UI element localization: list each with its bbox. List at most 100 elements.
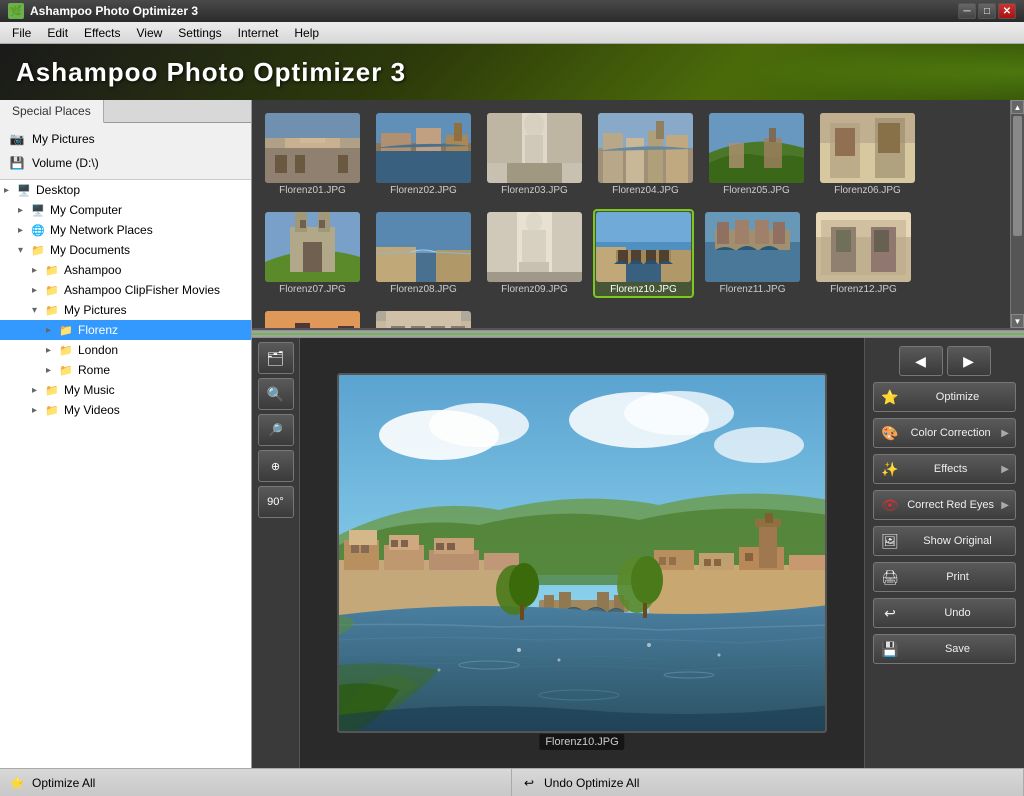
menu-item-settings[interactable]: Settings [170,24,229,42]
thumbnail-image [265,212,360,282]
effects-button[interactable]: ✨ Effects ▶ [873,454,1016,484]
menu-item-help[interactable]: Help [286,24,327,42]
scroll-track [1011,114,1024,314]
quick-pictures-label: My Pictures [32,132,95,146]
undo-all-icon: ↩ [520,774,538,792]
thumbnail-item[interactable]: Florenz12.JPG [811,207,916,300]
main-content: Special Places 📷 My Pictures 💾 Volume (D… [0,100,1024,768]
close-button[interactable]: ✕ [998,3,1016,19]
browse-tool[interactable]: 🗂 [258,342,294,374]
tree-item-ashampoo[interactable]: ▸📁Ashampoo [0,260,251,280]
status-bar: ⭐ Optimize All ↩ Undo Optimize All [0,768,1024,796]
thumbnail-image [265,113,360,183]
tree-folder-icon: 📁 [44,302,60,318]
tree-item-rome[interactable]: ▸📁Rome [0,360,251,380]
menu-item-view[interactable]: View [129,24,171,42]
tree-item-london[interactable]: ▸📁London [0,340,251,360]
show-original-button[interactable]: 🖼 Show Original [873,526,1016,556]
menubar: FileEditEffectsViewSettingsInternetHelp [0,22,1024,44]
tree-item-label: My Documents [50,243,130,257]
color-correction-icon: 🎨 [880,423,900,443]
thumbnail-item[interactable]: Florenz04.JPG [593,108,698,201]
file-tree: ▸🖥️Desktop▸🖥️My Computer▸🌐My Network Pla… [0,180,251,768]
menu-item-file[interactable]: File [4,24,39,42]
rotate-tool[interactable]: 90° [258,486,294,518]
tree-arrow: ▸ [18,205,30,216]
thumbnail-label: Florenz09.JPG [501,284,568,295]
tree-arrow: ▸ [32,285,44,296]
quick-volume-d[interactable]: 💾 Volume (D:\) [0,151,251,175]
tree-item-my-network-places[interactable]: ▸🌐My Network Places [0,220,251,240]
thumbnail-item[interactable]: Florenz06.JPG [815,108,920,201]
scroll-down[interactable]: ▼ [1011,314,1024,328]
thumbnails-area: Florenz01.JPGFlorenz02.JPGFlorenz03.JPGF… [252,100,1024,330]
thumbnails-scrollbar[interactable]: ▲ ▼ [1010,100,1024,328]
undo-optimize-all-label: Undo Optimize All [544,776,639,790]
print-button[interactable]: 🖨 Print [873,562,1016,592]
red-eye-icon: 👁 [880,495,900,515]
tab-special-places[interactable]: Special Places [0,100,104,123]
next-button[interactable]: ▶ [947,346,991,376]
tree-item-my-pictures[interactable]: ▾📁My Pictures [0,300,251,320]
tabs-bar: Special Places [0,100,251,123]
tree-item-label: London [78,343,118,357]
quick-my-pictures[interactable]: 📷 My Pictures [0,127,251,151]
tree-item-ashampoo-clipfisher-movies[interactable]: ▸📁Ashampoo ClipFisher Movies [0,280,251,300]
header-banner: Ashampoo Photo Optimizer 3 [0,44,1024,100]
thumbnail-item[interactable]: Florenz01.JPG [260,108,365,201]
scroll-up[interactable]: ▲ [1011,100,1024,114]
tree-item-my-documents[interactable]: ▾📁My Documents [0,240,251,260]
tree-item-label: Florenz [78,323,118,337]
fit-tool[interactable]: ⊕ [258,450,294,482]
thumbnail-item[interactable]: Florenz09.JPG [482,207,587,300]
menu-item-internet[interactable]: Internet [230,24,287,42]
correct-red-button[interactable]: 👁 Correct Red Eyes ▶ [873,490,1016,520]
effects-icon: ✨ [880,459,900,479]
volume-icon: 💾 [8,154,26,172]
thumbnail-item[interactable]: Florenz05.JPG [704,108,809,201]
titlebar: 🌿 Ashampoo Photo Optimizer 3 ─ □ ✕ [0,0,1024,22]
save-button[interactable]: 💾 Save [873,634,1016,664]
thumbnail-label: Florenz02.JPG [390,185,457,196]
print-icon: 🖨 [880,567,900,587]
quick-volume-label: Volume (D:\) [32,156,99,170]
tree-folder-icon: 📁 [58,322,74,338]
tree-item-florenz[interactable]: ▸📁Florenz [0,320,251,340]
tree-item-my-computer[interactable]: ▸🖥️My Computer [0,200,251,220]
undo-optimize-all-button[interactable]: ↩ Undo Optimize All [512,769,1024,796]
menu-item-effects[interactable]: Effects [76,24,128,42]
prev-button[interactable]: ◀ [899,346,943,376]
thumbnail-item[interactable]: Florenz10.JPG [593,209,694,298]
color-correction-label: Color Correction [906,427,995,439]
thumbnail-item[interactable]: Florenz08.JPG [371,207,476,300]
bottom-area: 🗂 🔍 🔎 ⊕ 90° [252,338,1024,768]
tree-item-desktop[interactable]: ▸🖥️Desktop [0,180,251,200]
preview-frame [337,373,827,733]
thumbnail-label: Florenz07.JPG [279,284,346,295]
color-correction-button[interactable]: 🎨 Color Correction ▶ [873,418,1016,448]
thumbnail-item[interactable]: Florenz11.JPG [700,207,805,300]
thumbnail-item[interactable]: Florenz02.JPG [371,108,476,201]
thumbnail-item[interactable]: Florenz13.JPG [260,306,365,330]
thumbnail-label: Florenz05.JPG [723,185,790,196]
optimize-all-button[interactable]: ⭐ Optimize All [0,769,512,796]
undo-button[interactable]: ↩ Undo [873,598,1016,628]
optimize-button[interactable]: ⭐ Optimize [873,382,1016,412]
thumbnail-label: Florenz01.JPG [279,185,346,196]
minimize-button[interactable]: ─ [958,3,976,19]
thumbnail-image [820,113,915,183]
tree-item-label: My Videos [64,403,120,417]
tree-item-my-music[interactable]: ▸📁My Music [0,380,251,400]
thumbnail-item[interactable]: Florenz14.JPG [371,306,476,330]
thumbnail-item[interactable]: Florenz07.JPG [260,207,365,300]
horizontal-splitter[interactable] [252,330,1024,338]
zoom-in-tool[interactable]: 🔍 [258,378,294,410]
thumbnail-label: Florenz11.JPG [720,284,786,295]
menu-item-edit[interactable]: Edit [39,24,76,42]
thumbnail-item[interactable]: Florenz03.JPG [482,108,587,201]
thumbnail-image [487,212,582,282]
right-area: Florenz01.JPGFlorenz02.JPGFlorenz03.JPGF… [252,100,1024,768]
tree-item-my-videos[interactable]: ▸📁My Videos [0,400,251,420]
zoom-out-tool[interactable]: 🔎 [258,414,294,446]
maximize-button[interactable]: □ [978,3,996,19]
